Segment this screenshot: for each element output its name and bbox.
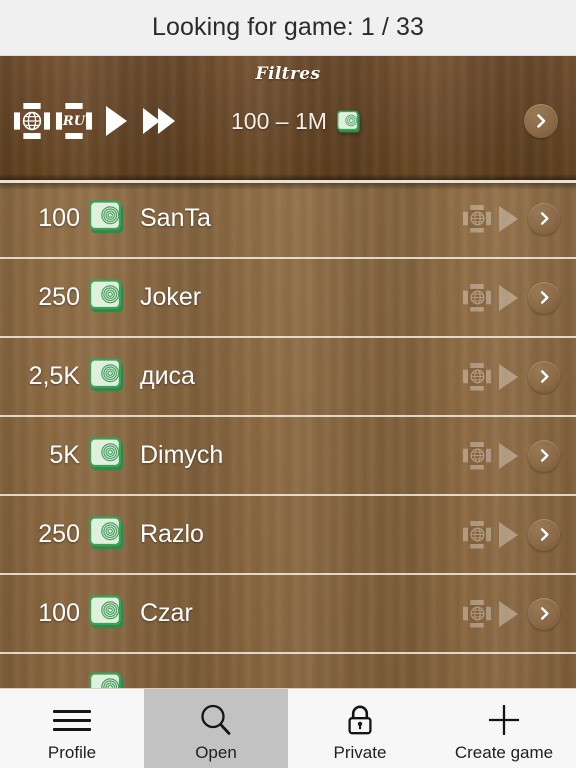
tab-create-game[interactable]: Create game [432,689,576,768]
page-title: Looking for game: 1 / 33 [151,13,425,41]
filters-heading: Filtres [255,64,321,84]
row-icon-group [463,360,560,393]
app-root: Looking for game: 1 / 33 Filtres RU 100 … [0,0,576,768]
tab-open[interactable]: Open [144,689,288,768]
row-icon-group [463,597,560,630]
language-icon-label: RU [62,113,86,129]
tab-label-profile: Profile [47,743,97,762]
game-list-container[interactable]: 100 SanTa 250 Joker 2,5K диса 5K Dimych … [0,180,576,688]
row-amount: 5K [49,441,80,469]
play-triangle-icon[interactable] [499,363,518,390]
bar [53,727,91,731]
money-stack-icon [86,511,128,558]
table-row[interactable]: 250 Joker [0,259,576,338]
globe-icon [468,367,486,386]
filter-icon-group: RU [14,103,175,139]
globe-framed-icon[interactable] [463,283,491,312]
play-triangle-icon[interactable] [499,442,518,469]
list-top-shadow [0,183,576,190]
table-row[interactable]: 100 Czar [0,575,576,654]
filter-controls: RU 100 – 1M [0,90,576,152]
play-triangle-icon[interactable] [499,521,518,548]
row-amount: 2,5K [28,362,80,390]
row-open-button[interactable] [528,439,560,472]
triangle-shape [106,106,127,136]
globe-icon [468,288,486,307]
globe-framed-icon[interactable] [463,520,491,549]
row-icon-group [463,439,560,472]
titlebar: Looking for game: 1 / 33 [0,0,576,56]
money-stack-icon [86,195,128,242]
play-triangle-icon[interactable] [106,106,127,136]
game-list[interactable]: 100 SanTa 250 Joker 2,5K диса 5K Dimych … [0,180,576,688]
row-open-button[interactable] [528,597,560,630]
tab-private[interactable]: Private [288,689,432,768]
bottom-tab-bar[interactable]: Profile Open Private Create game [0,688,576,768]
row-open-button[interactable] [528,281,560,314]
bar [53,718,91,722]
globe-icon [20,109,44,133]
row-player-name: диса [140,362,195,390]
language-framed-icon[interactable]: RU [56,103,92,139]
lock-icon [340,700,380,740]
row-icon-group [463,281,560,314]
globe-icon [468,525,486,544]
play-triangle-icon[interactable] [499,205,518,232]
language-icon: RU [62,109,86,133]
money-stack-icon [86,353,128,400]
row-open-button[interactable] [528,360,560,393]
filter-bar[interactable]: Filtres RU 100 – 1M [0,56,576,180]
row-player-name: Dimych [140,441,224,469]
table-row[interactable]: 2,5K диса [0,338,576,417]
row-player-name: Czar [140,599,193,627]
money-stack-icon [86,667,128,688]
table-row[interactable]: 100 SanTa [0,180,576,259]
row-amount: 100 [38,599,80,627]
table-row-partial[interactable] [0,654,576,688]
row-open-button[interactable] [528,518,560,551]
stakes-filter[interactable]: 100 – 1M [231,107,363,135]
row-amount: 250 [38,283,80,311]
bar [53,709,91,713]
row-player-name: Razlo [140,520,204,548]
fast-forward-icon[interactable] [143,108,175,134]
search-magnifier-icon [196,700,236,740]
tab-label-private: Private [333,743,387,762]
globe-icon [468,209,486,228]
money-stack-icon [86,432,128,479]
tab-label-create-game: Create game [454,743,554,762]
globe-framed-icon[interactable] [14,103,50,139]
hamburger-bars [53,704,91,737]
money-stack-icon [335,107,363,135]
hamburger-menu-icon [53,700,91,740]
row-player-name: SanTa [140,204,211,232]
globe-framed-icon[interactable] [463,441,491,470]
row-open-button[interactable] [528,202,560,235]
money-stack-icon [86,590,128,637]
money-stack-icon [86,274,128,321]
row-icon-group [463,202,560,235]
row-amount: 100 [38,204,80,232]
play-triangle-icon[interactable] [499,600,518,627]
table-row[interactable]: 5K Dimych [0,417,576,496]
globe-framed-icon[interactable] [463,599,491,628]
chevron-right-icon [524,104,558,138]
globe-framed-icon[interactable] [463,204,491,233]
globe-icon [468,446,486,465]
tab-profile[interactable]: Profile [0,689,144,768]
globe-framed-icon[interactable] [463,362,491,391]
plus-icon [484,700,524,740]
play-triangle-icon[interactable] [499,284,518,311]
globe-icon [468,604,486,623]
row-player-name: Joker [140,283,202,311]
filter-expand-button[interactable] [524,104,558,138]
row-amount: 250 [38,520,80,548]
table-row[interactable]: 250 Razlo [0,496,576,575]
triangle-shape [158,108,175,134]
tab-label-open: Open [195,743,237,762]
stakes-label: 100 – 1M [231,107,327,134]
row-icon-group [463,518,560,551]
